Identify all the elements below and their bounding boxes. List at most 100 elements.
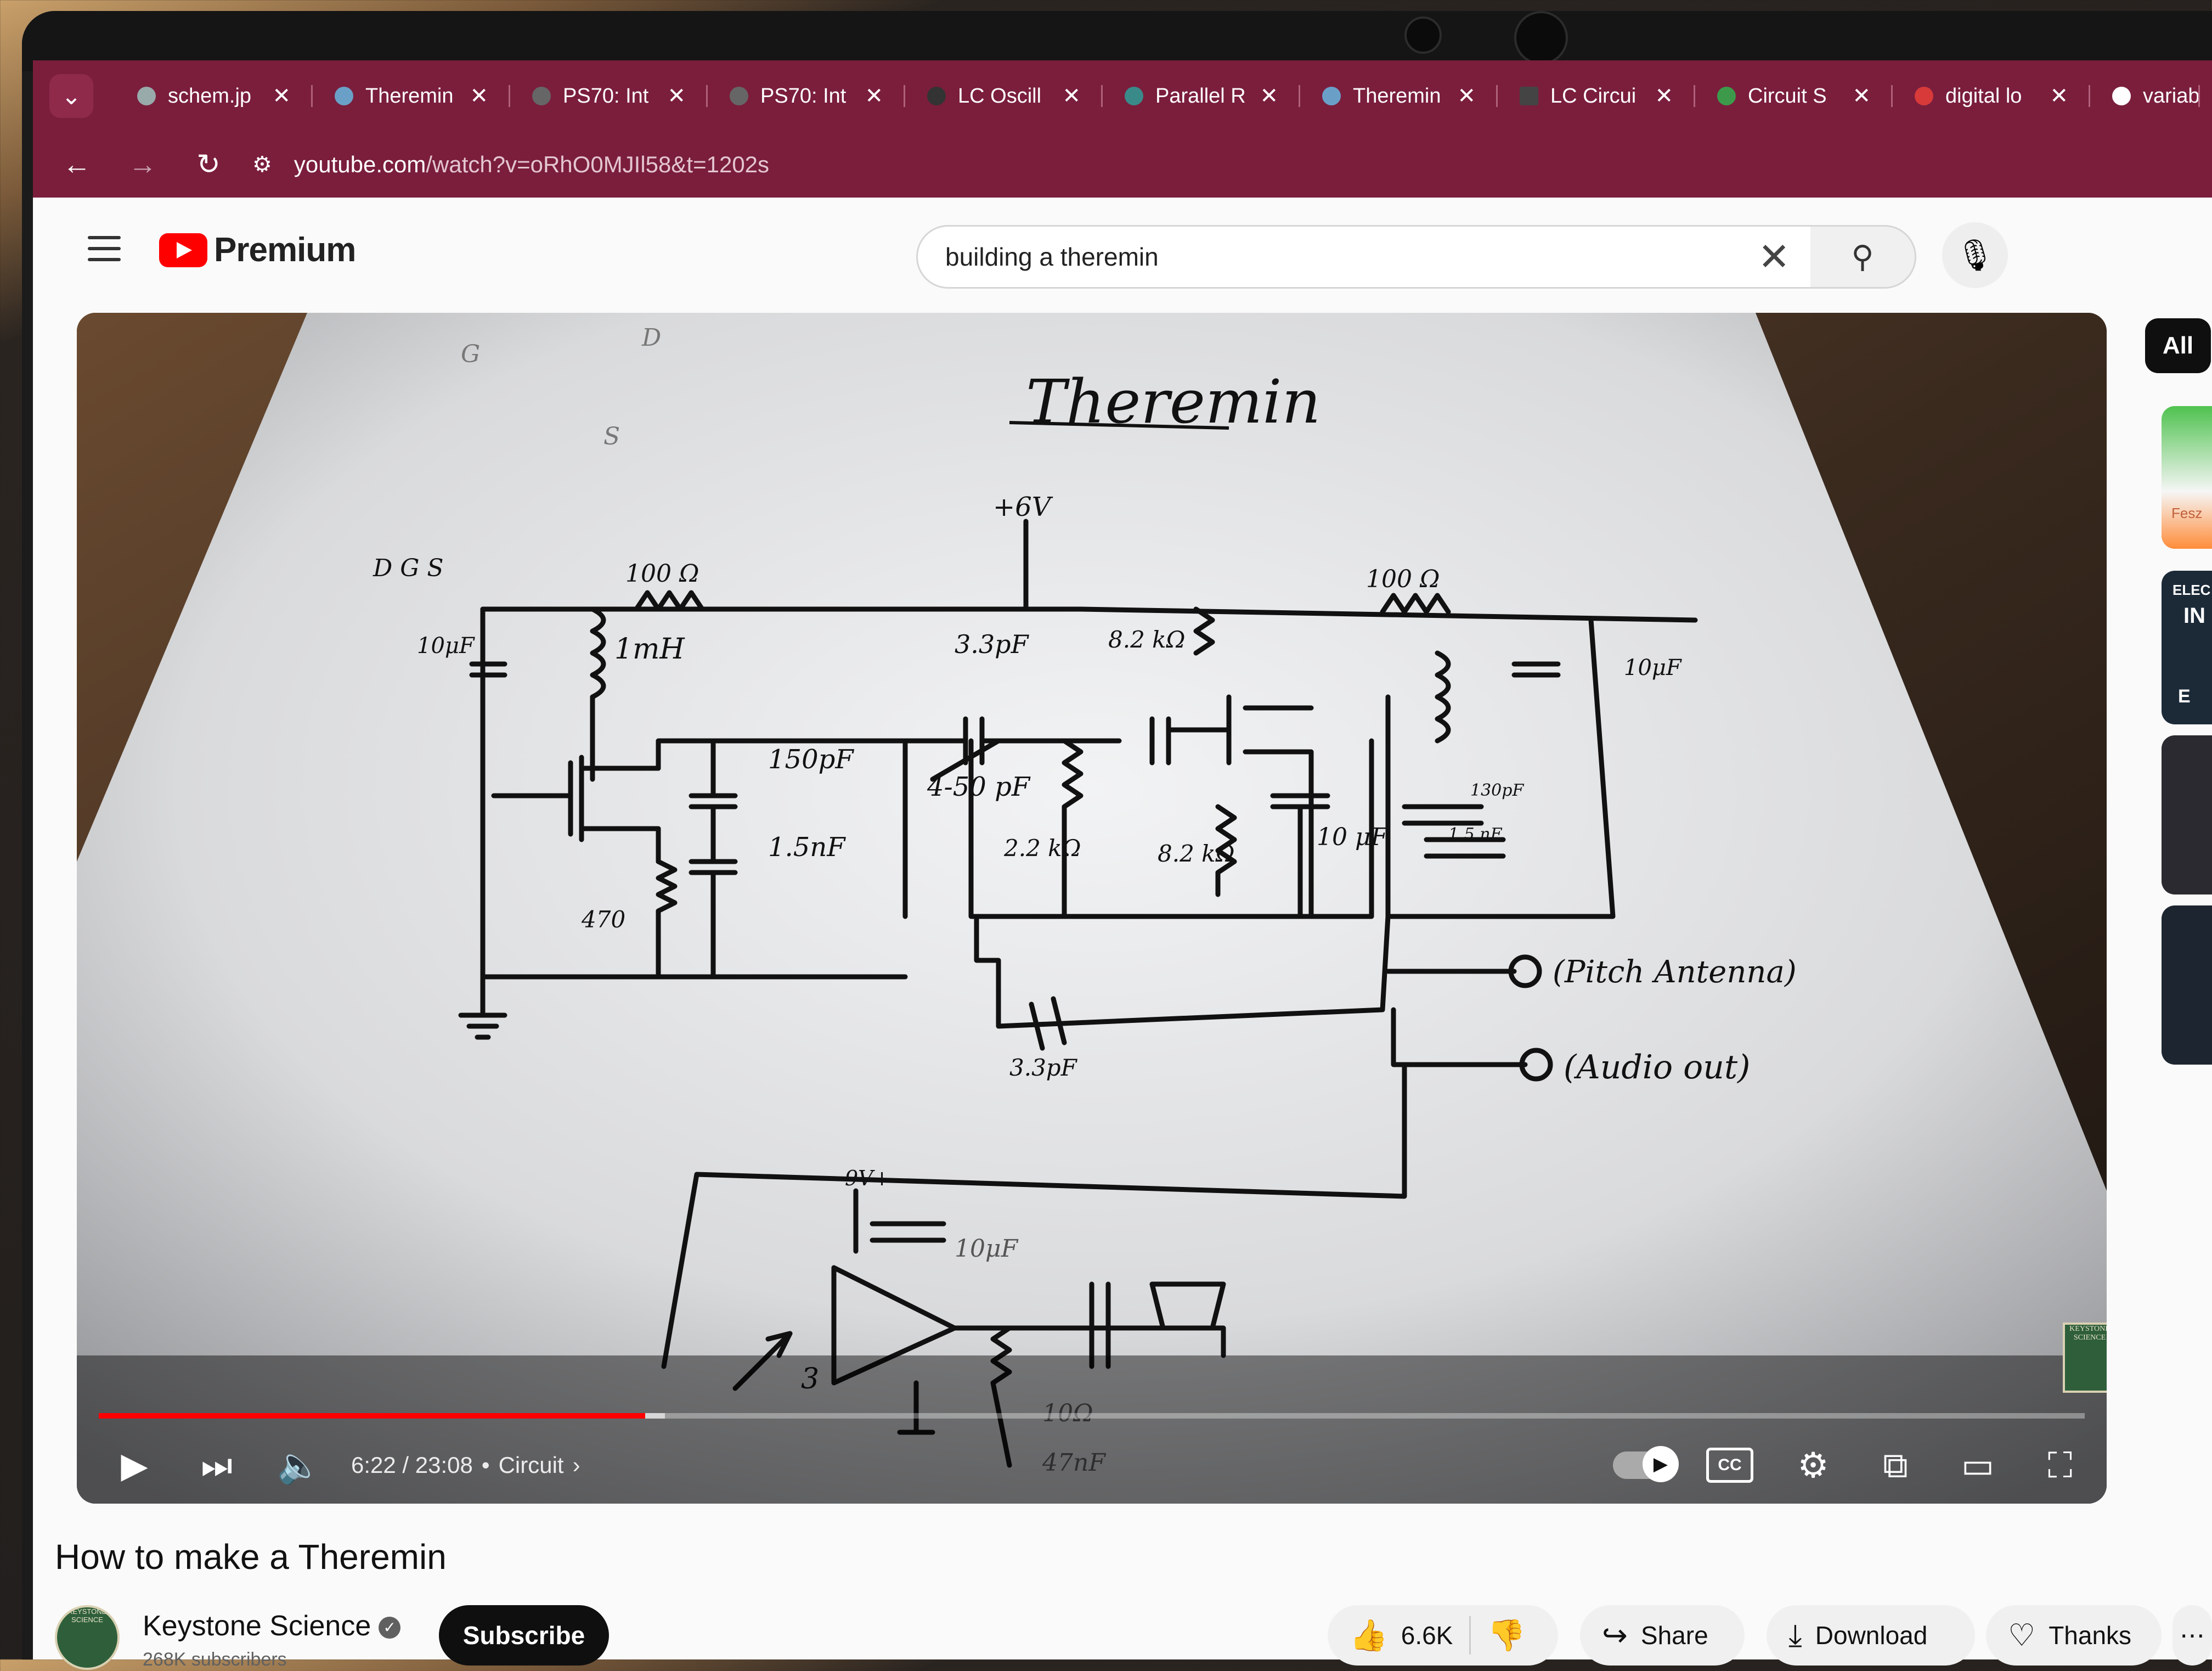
thanks-button[interactable]: ♡ Thanks (1986, 1605, 2162, 1666)
tab-favicon-icon (1915, 87, 1933, 105)
tab-favicon-icon (1322, 87, 1341, 105)
heart-dollar-icon: ♡ (2008, 1618, 2036, 1652)
browser-tab[interactable]: Theremin ✕ (1300, 69, 1498, 123)
share-arrow-icon: ↪ (1602, 1618, 1628, 1652)
camera-icon (1404, 16, 1442, 54)
site-settings-icon[interactable]: ⚙ (252, 152, 272, 177)
suggested-video-thumbnail[interactable] (2162, 905, 2212, 1065)
clear-search-icon[interactable]: ✕ (1758, 234, 1790, 279)
back-arrow-icon[interactable]: ← (55, 143, 99, 187)
time-display: 6:22 / 23:08 (351, 1452, 473, 1478)
reload-icon[interactable]: ↻ (187, 143, 230, 187)
tab-title: LC Oscill (958, 84, 1042, 108)
microphone-icon: 🎙 (1955, 238, 1995, 272)
browser-toolbar: ← → ↻ ⚙ youtube.com/watch?v=oRhO0MJIl58&… (33, 132, 2212, 198)
url-host: youtube.com (294, 151, 426, 177)
browser-tab[interactable]: schem.jp ✕ (115, 69, 313, 123)
tab-favicon-icon (927, 87, 946, 105)
browser-tab[interactable]: Circuit S ✕ (1695, 69, 1893, 123)
volume-icon[interactable]: 🔈 (274, 1445, 324, 1486)
channel-avatar[interactable]: KEYSTONE SCIENCE (55, 1605, 120, 1670)
tab-close-icon[interactable]: ✕ (1655, 83, 1673, 109)
subscribe-button[interactable]: Subscribe (439, 1605, 609, 1666)
search-input[interactable]: building a theremin ✕ (916, 225, 1814, 289)
tab-close-icon[interactable]: ✕ (2050, 83, 2068, 109)
play-icon[interactable]: ▶ (110, 1445, 159, 1486)
browser-tab[interactable]: LC Circui ✕ (1498, 69, 1695, 123)
filter-chip-all[interactable]: All (2145, 318, 2211, 373)
schematic-label: 100 Ω (1366, 565, 1440, 593)
suggested-video-thumbnail[interactable] (2162, 735, 2212, 894)
share-label: Share (1640, 1621, 1708, 1650)
chapter-title[interactable]: Circuit (499, 1452, 564, 1478)
theater-mode-icon[interactable]: ▭ (1953, 1445, 2002, 1486)
tab-title: Theremin (365, 84, 454, 108)
chevron-right-icon[interactable]: › (573, 1452, 580, 1478)
browser-tab[interactable]: digital lo ✕ (1893, 69, 2090, 123)
channel-name[interactable]: Keystone Science (143, 1610, 371, 1642)
tab-close-icon[interactable]: ✕ (865, 83, 883, 109)
browser-tab[interactable]: Parallel R ✕ (1103, 69, 1300, 123)
browser-tab[interactable]: PS70: Int ✕ (708, 69, 905, 123)
schematic-label: 1mH (614, 633, 685, 666)
suggested-video-thumbnail[interactable]: ELEC IN E (2162, 571, 2212, 724)
tab-close-icon[interactable]: ✕ (272, 83, 291, 109)
miniplayer-icon[interactable]: ⧉ (1871, 1445, 1920, 1486)
youtube-logo[interactable]: Premium (159, 230, 356, 269)
schematic-label: 9V+ (845, 1166, 890, 1190)
suggestion-label: ELEC (2172, 582, 2211, 598)
progress-played (99, 1413, 645, 1419)
thumbs-up-icon[interactable]: 👍 (1350, 1617, 1388, 1653)
progress-bar[interactable] (99, 1413, 2085, 1419)
thumbs-down-icon[interactable]: 👎 (1487, 1617, 1526, 1653)
voice-search-button[interactable]: 🎙 (1942, 222, 2008, 288)
menu-icon[interactable] (88, 236, 121, 261)
tab-title: Parallel R (1155, 84, 1246, 108)
suggested-video-thumbnail[interactable]: Fesz (2162, 406, 2212, 549)
tab-title: variable (2143, 84, 2200, 108)
more-actions-button[interactable]: ⋯ (2172, 1605, 2212, 1666)
autoplay-toggle[interactable] (1613, 1446, 1679, 1482)
tab-favicon-icon (137, 87, 156, 105)
schematic-label: 100 Ω (625, 560, 699, 588)
tab-title: Circuit S (1748, 84, 1827, 108)
schematic-label: 10μF (1624, 655, 1682, 680)
download-button[interactable]: ⤓ Download (1767, 1605, 1975, 1666)
tab-close-icon[interactable]: ✕ (1062, 83, 1081, 109)
schematic-label: D G S (373, 554, 444, 582)
tab-strip: ⌄ schem.jp ✕ Theremin ✕ PS70: Int ✕ PS70: I… (33, 60, 2212, 132)
channel-row: KEYSTONE SCIENCE Keystone Science ✓ 268K … (55, 1605, 2212, 1671)
channel-watermark[interactable]: KEYSTONE SCIENCE (2063, 1323, 2107, 1393)
address-bar[interactable]: ⚙ youtube.com/watch?v=oRhO0MJIl58&t=1202… (252, 140, 2212, 189)
tab-close-icon[interactable]: ✕ (1260, 83, 1278, 109)
search-button[interactable]: ⚲ (1810, 225, 1916, 289)
fullscreen-icon[interactable]: ⛶ (2035, 1445, 2085, 1486)
tab-close-icon[interactable]: ✕ (1852, 83, 1871, 109)
like-count[interactable]: 6.6K (1401, 1621, 1453, 1650)
captions-button[interactable]: CC (1706, 1448, 1753, 1483)
next-icon[interactable]: ⏭ (192, 1445, 241, 1486)
schematic-label: 10 μF (1317, 823, 1389, 851)
chapter-separator: • (481, 1452, 490, 1478)
schematic-label: 10μF (955, 1235, 1019, 1263)
schematic-label: G (461, 340, 480, 368)
browser-tab[interactable]: variable (2090, 69, 2200, 123)
settings-gear-icon[interactable]: ⚙ (1788, 1445, 1838, 1486)
forward-arrow-icon[interactable]: → (121, 143, 165, 187)
video-player[interactable]: Theremin G D S D G S +6V 100 Ω 100 Ω 10μ… (77, 313, 2107, 1504)
share-button[interactable]: ↪ Share (1580, 1605, 1745, 1666)
search-query: building a theremin (945, 243, 1159, 271)
browser-tab[interactable]: LC Oscill ✕ (905, 69, 1103, 123)
schematic-label: 470 (581, 906, 625, 933)
tab-search-chevron-icon[interactable]: ⌄ (49, 74, 93, 118)
schematic-label: (Pitch Antenna) (1553, 954, 1797, 990)
tab-close-icon[interactable]: ✕ (470, 83, 488, 109)
browser-tab[interactable]: PS70: Int ✕ (510, 69, 708, 123)
tab-close-icon[interactable]: ✕ (667, 83, 686, 109)
download-label: Download (1815, 1621, 1928, 1650)
tab-close-icon[interactable]: ✕ (1457, 83, 1476, 109)
browser-tab[interactable]: Theremin ✕ (313, 69, 510, 123)
schematic-label: 2.2 kΩ (1003, 835, 1081, 862)
player-controls-right: CC ⚙ ⧉ ▭ ⛶ (1613, 1435, 2085, 1495)
schematic-label: 3.3pF (955, 629, 1030, 659)
